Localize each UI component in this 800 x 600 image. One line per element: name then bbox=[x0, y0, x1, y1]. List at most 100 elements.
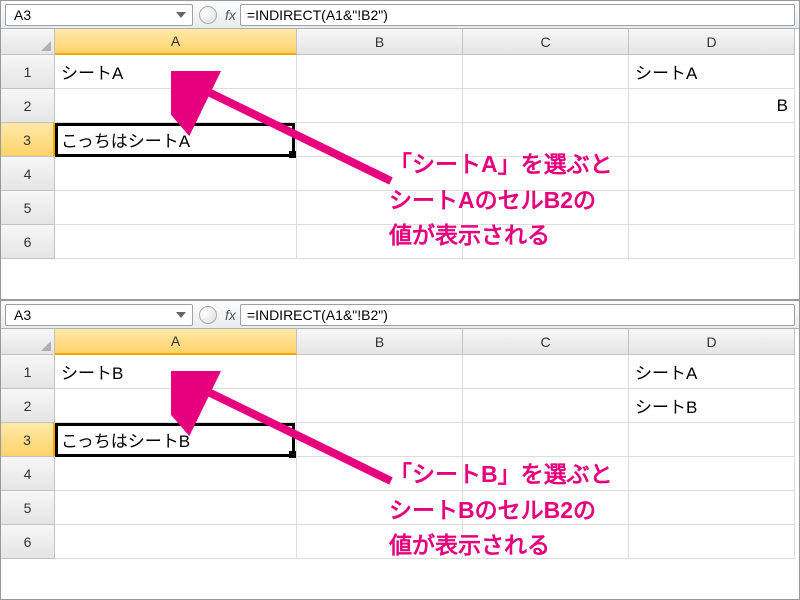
formula-text: =INDIRECT(A1&"!B2") bbox=[247, 307, 388, 323]
cell-c5[interactable] bbox=[463, 491, 629, 525]
row-2: 2 シートB bbox=[1, 389, 799, 423]
cell-d1[interactable]: シートA bbox=[629, 355, 795, 389]
cell-b2[interactable] bbox=[297, 389, 463, 423]
name-box[interactable]: A3 bbox=[5, 304, 193, 326]
name-box[interactable]: A3 bbox=[5, 4, 193, 26]
cell-a3[interactable]: こっちはシートB bbox=[55, 423, 297, 457]
row-2: 2 B bbox=[1, 89, 799, 123]
cell-b6[interactable] bbox=[297, 525, 463, 559]
cancel-button[interactable] bbox=[199, 6, 217, 24]
cell-b4[interactable] bbox=[297, 157, 463, 191]
cell-c5[interactable] bbox=[463, 191, 629, 225]
cell-d5[interactable] bbox=[629, 191, 795, 225]
cell-a6[interactable] bbox=[55, 225, 297, 259]
cancel-button[interactable] bbox=[199, 306, 217, 324]
cell-a4[interactable] bbox=[55, 157, 297, 191]
formula-buttons bbox=[199, 6, 217, 24]
row-6: 6 bbox=[1, 225, 799, 259]
select-all-corner[interactable] bbox=[1, 29, 55, 55]
cell-a4[interactable] bbox=[55, 457, 297, 491]
cell-a1[interactable]: シートA bbox=[55, 55, 297, 89]
row-header-4[interactable]: 4 bbox=[1, 157, 55, 191]
cell-a6[interactable] bbox=[55, 525, 297, 559]
grid-bottom: A B C D 1 シートB シートA 2 シートB 3 こっちはシート bbox=[1, 329, 799, 559]
cell-b1[interactable] bbox=[297, 55, 463, 89]
col-header-a[interactable]: A bbox=[55, 29, 297, 55]
col-header-c[interactable]: C bbox=[463, 29, 629, 55]
cell-a2[interactable] bbox=[55, 89, 297, 123]
cell-c4[interactable] bbox=[463, 457, 629, 491]
cell-b6[interactable] bbox=[297, 225, 463, 259]
cell-d6[interactable] bbox=[629, 525, 795, 559]
row-header-1[interactable]: 1 bbox=[1, 55, 55, 89]
cell-a1[interactable]: シートB bbox=[55, 355, 297, 389]
cell-c4[interactable] bbox=[463, 157, 629, 191]
formula-input[interactable]: =INDIRECT(A1&"!B2") bbox=[240, 4, 795, 26]
col-header-c[interactable]: C bbox=[463, 329, 629, 355]
cell-a5[interactable] bbox=[55, 191, 297, 225]
row-header-2[interactable]: 2 bbox=[1, 389, 55, 423]
name-box-text: A3 bbox=[14, 7, 31, 23]
grid-top: A B C D 1 シートA シートA 2 B 3 こっちはシートA bbox=[1, 29, 799, 259]
cell-c6[interactable] bbox=[463, 525, 629, 559]
cell-d5[interactable] bbox=[629, 491, 795, 525]
formula-text: =INDIRECT(A1&"!B2") bbox=[247, 7, 388, 23]
cell-b5[interactable] bbox=[297, 191, 463, 225]
row-3: 3 こっちはシートA bbox=[1, 123, 799, 157]
cell-b3[interactable] bbox=[297, 123, 463, 157]
formula-bar: A3 fx =INDIRECT(A1&"!B2") bbox=[1, 301, 799, 329]
row-header-6[interactable]: 6 bbox=[1, 225, 55, 259]
row-header-5[interactable]: 5 bbox=[1, 191, 55, 225]
cell-b2[interactable] bbox=[297, 89, 463, 123]
cell-c6[interactable] bbox=[463, 225, 629, 259]
cell-a5[interactable] bbox=[55, 491, 297, 525]
cell-c1[interactable] bbox=[463, 55, 629, 89]
row-header-5[interactable]: 5 bbox=[1, 491, 55, 525]
row-4: 4 bbox=[1, 457, 799, 491]
cell-d3[interactable] bbox=[629, 123, 795, 157]
excel-panel-bottom: A3 fx =INDIRECT(A1&"!B2") A B C D 1 シートB bbox=[0, 300, 800, 600]
cell-d2[interactable]: シートB bbox=[629, 389, 795, 423]
cell-c3[interactable] bbox=[463, 123, 629, 157]
col-header-d[interactable]: D bbox=[629, 29, 795, 55]
dropdown-arrow-icon[interactable] bbox=[174, 6, 188, 24]
column-headers: A B C D bbox=[1, 29, 799, 55]
cell-c3[interactable] bbox=[463, 423, 629, 457]
rows: 1 シートB シートA 2 シートB 3 こっちはシートB bbox=[1, 355, 799, 559]
cell-c1[interactable] bbox=[463, 355, 629, 389]
formula-bar: A3 fx =INDIRECT(A1&"!B2") bbox=[1, 1, 799, 29]
cell-b3[interactable] bbox=[297, 423, 463, 457]
col-header-d[interactable]: D bbox=[629, 329, 795, 355]
row-header-3[interactable]: 3 bbox=[1, 123, 55, 157]
cell-a2[interactable] bbox=[55, 389, 297, 423]
cell-d6[interactable] bbox=[629, 225, 795, 259]
row-header-1[interactable]: 1 bbox=[1, 355, 55, 389]
row-header-6[interactable]: 6 bbox=[1, 525, 55, 559]
cell-d3[interactable] bbox=[629, 423, 795, 457]
fx-icon[interactable]: fx bbox=[225, 307, 236, 323]
row-header-2[interactable]: 2 bbox=[1, 89, 55, 123]
cell-c2[interactable] bbox=[463, 389, 629, 423]
formula-buttons bbox=[199, 306, 217, 324]
cell-b1[interactable] bbox=[297, 355, 463, 389]
rows: 1 シートA シートA 2 B 3 こっちはシートA 4 bbox=[1, 55, 799, 259]
cell-b4[interactable] bbox=[297, 457, 463, 491]
cell-d1[interactable]: シートA bbox=[629, 55, 795, 89]
cell-c2[interactable] bbox=[463, 89, 629, 123]
col-header-b[interactable]: B bbox=[297, 329, 463, 355]
cell-a3[interactable]: こっちはシートA bbox=[55, 123, 297, 157]
cell-d2[interactable]: B bbox=[629, 89, 795, 123]
cell-b5[interactable] bbox=[297, 491, 463, 525]
formula-input[interactable]: =INDIRECT(A1&"!B2") bbox=[240, 304, 795, 326]
column-headers: A B C D bbox=[1, 329, 799, 355]
select-all-corner[interactable] bbox=[1, 329, 55, 355]
dropdown-arrow-icon[interactable] bbox=[174, 306, 188, 324]
col-header-a[interactable]: A bbox=[55, 329, 297, 355]
fx-icon[interactable]: fx bbox=[225, 7, 236, 23]
row-header-4[interactable]: 4 bbox=[1, 457, 55, 491]
row-header-3[interactable]: 3 bbox=[1, 423, 55, 457]
col-header-b[interactable]: B bbox=[297, 29, 463, 55]
cell-d4[interactable] bbox=[629, 457, 795, 491]
cell-d2-text: B bbox=[777, 96, 788, 116]
cell-d4[interactable] bbox=[629, 157, 795, 191]
